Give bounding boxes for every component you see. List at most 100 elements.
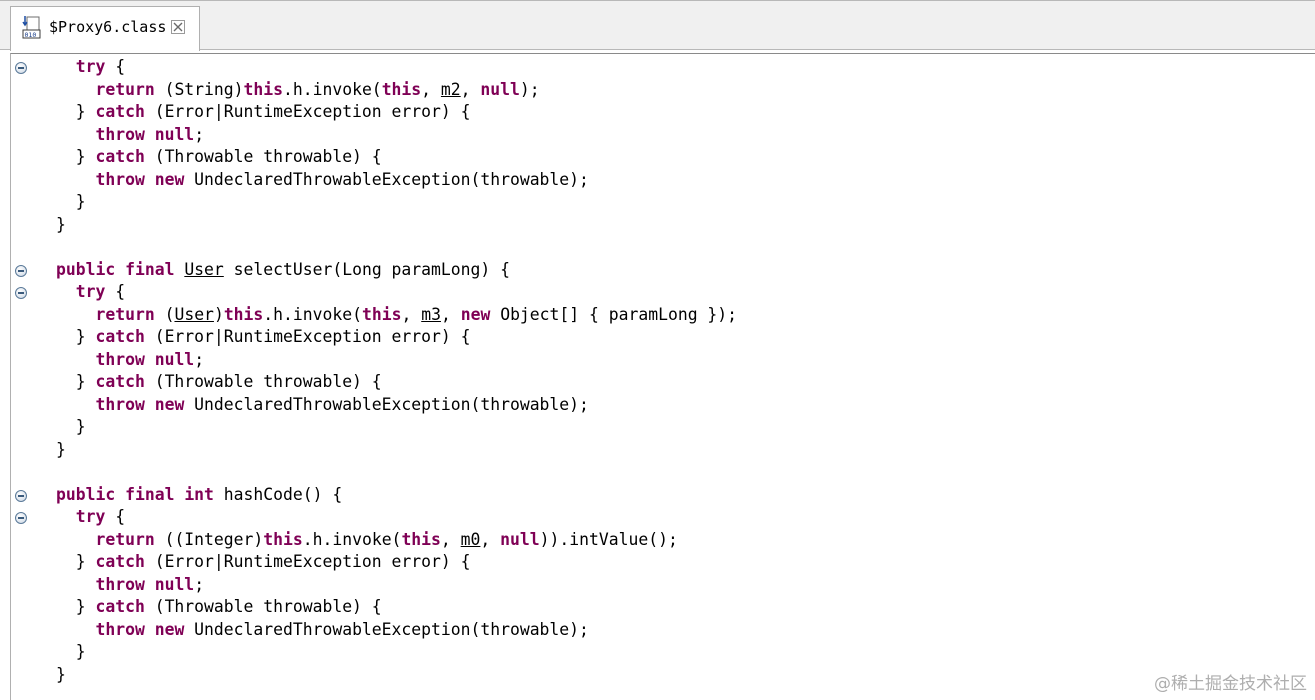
code-token: ; [194, 124, 205, 144]
link-token: m2 [440, 79, 461, 99]
keyword-token: this [243, 79, 283, 99]
code-token: )).intValue(); [539, 529, 678, 549]
code-editor[interactable]: try { return (String)this.h.invoke(this,… [10, 53, 1315, 700]
code-line: } [56, 641, 86, 664]
keyword-token: null [500, 529, 540, 549]
link-token: m3 [421, 304, 441, 324]
keyword-token: final [125, 259, 175, 279]
code-token: selectUser(Long paramLong) { [223, 259, 510, 279]
code-token: (Throwable throwable) { [144, 597, 382, 616]
code-line: } catch (Throwable throwable) { [56, 146, 382, 169]
code-token: (Throwable throwable) { [144, 147, 382, 166]
code-token: UndeclaredThrowableException(throwable); [184, 619, 589, 639]
code-line: throw new UndeclaredThrowableException(t… [56, 619, 589, 642]
keyword-token: new [154, 394, 185, 414]
code-token: ) [213, 304, 224, 324]
code-token: Object[] { paramLong }); [490, 304, 738, 324]
tab-title: $Proxy6.class [49, 18, 167, 36]
keyword-token: final [125, 484, 175, 504]
code-text-area[interactable]: try { return (String)this.h.invoke(this,… [11, 54, 1315, 700]
code-token: .h.invoke( [302, 529, 402, 549]
code-token: } [56, 552, 96, 571]
tab-proxy6-class[interactable]: 010 $Proxy6.class [10, 6, 200, 51]
keyword-token: catch [95, 327, 145, 346]
keyword-token: catch [95, 147, 145, 166]
keyword-token: try [75, 282, 106, 301]
keyword-token: public [56, 259, 116, 279]
code-token: hashCode() { [213, 484, 343, 504]
code-line: try { [56, 506, 125, 529]
code-line: throw new UndeclaredThrowableException(t… [56, 394, 589, 417]
code-line: try { [56, 56, 125, 79]
class-file-icon: 010 [22, 15, 42, 39]
code-token: .h.invoke( [283, 79, 382, 99]
keyword-token: new [154, 169, 185, 189]
keyword-token: catch [95, 597, 145, 616]
editor-tab-bar: 010 $Proxy6.class [0, 0, 1315, 51]
code-token: , [421, 79, 441, 99]
code-line: return ((Integer)this.h.invoke(this, m0,… [56, 529, 678, 552]
editor-window: 010 $Proxy6.class try { return (String)t… [0, 0, 1315, 700]
code-line: public final User selectUser(Long paramL… [56, 259, 510, 282]
code-token: (Error|RuntimeException error) { [144, 327, 471, 346]
code-line: } [56, 664, 66, 687]
code-line: try { [56, 281, 125, 304]
code-token: } [56, 192, 86, 211]
keyword-token: return [95, 304, 155, 324]
keyword-token: this [401, 529, 441, 549]
code-token: } [56, 642, 86, 661]
code-token: (Error|RuntimeException error) { [144, 102, 471, 121]
code-token: UndeclaredThrowableException(throwable); [184, 394, 589, 414]
keyword-token: throw [95, 619, 145, 639]
keyword-token: new [154, 619, 185, 639]
code-token: { [105, 282, 126, 301]
keyword-token: null [480, 79, 520, 99]
code-token: , [480, 529, 501, 549]
code-token: ; [194, 574, 205, 594]
code-line: } catch (Error|RuntimeException error) { [56, 326, 471, 349]
keyword-token: this [223, 304, 264, 324]
code-token: ( [154, 304, 175, 324]
code-line: } catch (Error|RuntimeException error) { [56, 101, 471, 124]
keyword-token: null [154, 124, 195, 144]
code-token: , [460, 79, 481, 99]
code-line: public final int hashCode() { [56, 484, 342, 507]
keyword-token: this [263, 529, 303, 549]
code-token: ); [519, 79, 540, 99]
watermark-text: @稀土掘金技术社区 [1154, 674, 1307, 694]
code-line: } [56, 416, 86, 439]
code-token: } [56, 147, 96, 166]
keyword-token: throw [95, 349, 145, 369]
code-line: throw null; [56, 349, 204, 372]
close-icon[interactable] [171, 19, 185, 34]
code-line: } [56, 439, 66, 462]
code-token: } [56, 372, 96, 391]
code-token: , [440, 529, 461, 549]
code-token: } [56, 664, 66, 684]
link-token: m0 [460, 529, 481, 549]
code-token: } [56, 597, 96, 616]
keyword-token: try [75, 57, 106, 76]
code-line: throw new UndeclaredThrowableException(t… [56, 169, 589, 192]
keyword-token: new [460, 304, 491, 324]
keyword-token: catch [95, 552, 145, 571]
code-line: return (String)this.h.invoke(this, m2, n… [56, 79, 540, 102]
code-token: ; [194, 349, 205, 369]
link-token: User [184, 259, 224, 279]
code-token: (String) [154, 79, 244, 99]
code-token: UndeclaredThrowableException(throwable); [184, 169, 589, 189]
code-token: , [401, 304, 422, 324]
